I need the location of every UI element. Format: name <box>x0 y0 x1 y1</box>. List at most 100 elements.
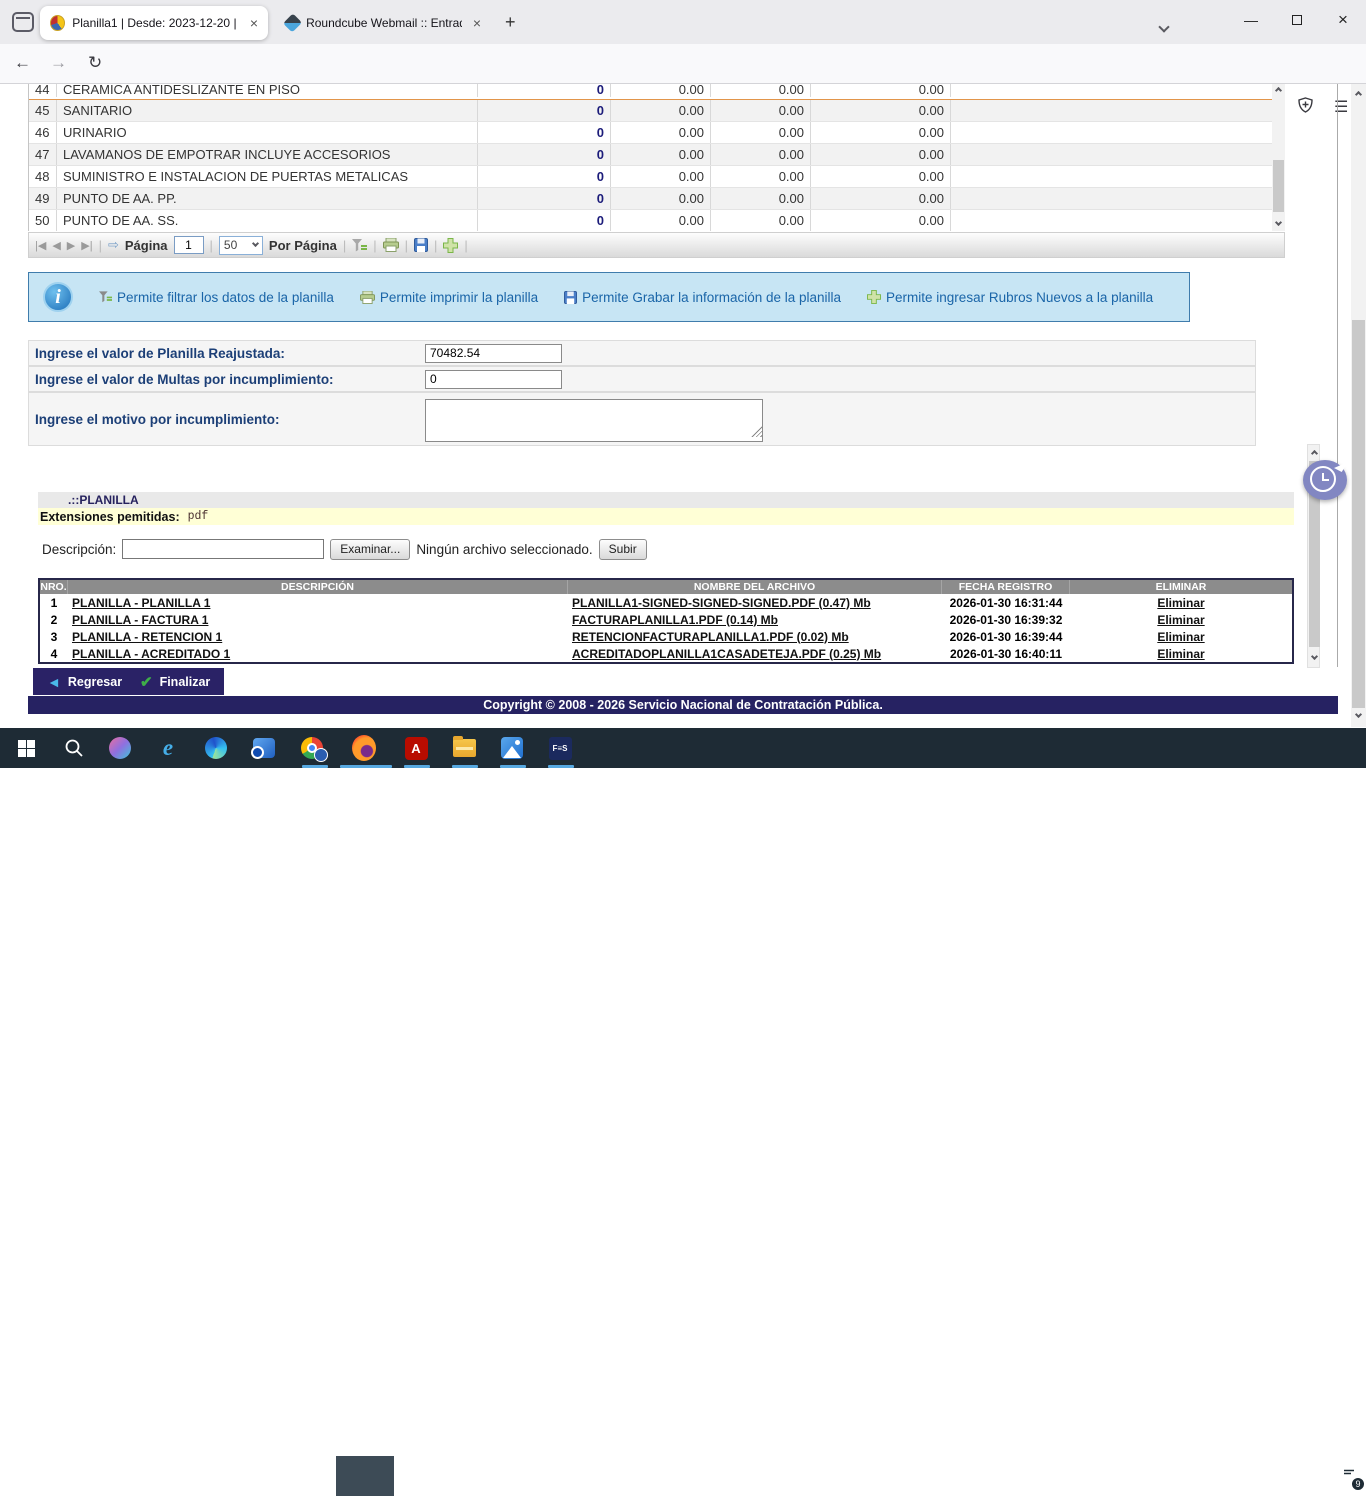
regresar-button[interactable]: ◄ Regresar <box>33 668 136 695</box>
back-icon[interactable]: ← <box>14 53 31 73</box>
edge-icon[interactable] <box>204 736 228 760</box>
wifi-icon[interactable] <box>1180 1456 1208 1496</box>
reajustada-input[interactable] <box>425 344 562 363</box>
scroll-up-icon[interactable] <box>1272 84 1285 97</box>
row-number: 48 <box>29 166 57 187</box>
scroll-down-icon[interactable] <box>1351 710 1366 723</box>
ecuador-crest-favicon <box>50 15 65 31</box>
file-description-link[interactable]: PLANILLA - RETENCION 1 <box>72 630 222 644</box>
row-value: 0.00 <box>611 210 711 231</box>
goto-page-icon[interactable]: ⇨ <box>108 237 119 253</box>
next-page-icon[interactable]: ▶ <box>67 239 75 252</box>
description-input[interactable] <box>122 539 324 559</box>
grid-row[interactable]: 50 PUNTO DE AA. SS. 0 0.00 0.00 0.00 <box>29 210 1284 231</box>
new-tab-button[interactable]: + <box>505 12 516 33</box>
row-description: SUMINISTRO E INSTALACION DE PUERTAS META… <box>57 166 478 187</box>
file-name-link[interactable]: RETENCIONFACTURAPLANILLA1.PDF (0.02) Mb <box>572 630 849 644</box>
browse-button[interactable]: Examinar... <box>330 539 410 560</box>
description-label: Descripción: <box>42 542 116 557</box>
col-header-nro: NRO. <box>40 580 68 594</box>
search-icon[interactable] <box>62 736 86 760</box>
grid-row[interactable]: 47 LAVAMANOS DE EMPOTRAR INCLUYE ACCESOR… <box>29 144 1284 166</box>
last-page-icon[interactable]: ▶| <box>81 239 92 252</box>
filter-icon[interactable] <box>352 239 367 252</box>
first-page-icon[interactable]: |◀ <box>35 239 46 252</box>
grid-row[interactable]: 46 URINARIO 0 0.00 0.00 0.00 <box>29 122 1284 144</box>
upload-row: Descripción: Examinar... Ningún archivo … <box>42 538 647 560</box>
page-number-input[interactable] <box>174 236 204 254</box>
row-description: PUNTO DE AA. PP. <box>57 188 478 209</box>
reload-icon[interactable]: ↻ <box>88 53 102 73</box>
save-icon[interactable] <box>414 238 428 252</box>
tab-close-icon[interactable]: × <box>473 15 481 31</box>
delete-link[interactable]: Eliminar <box>1157 613 1204 627</box>
language-indicator[interactable]: ESP <box>1242 1456 1278 1496</box>
tab-roundcube[interactable]: Roundcube Webmail :: Entrada × <box>276 6 491 40</box>
motivo-textarea[interactable] <box>425 399 763 442</box>
chrome-icon[interactable] <box>300 736 324 760</box>
copilot-icon[interactable] <box>108 736 132 760</box>
floating-timer-widget[interactable] <box>1301 458 1349 502</box>
acrobat-icon[interactable]: A <box>404 736 428 760</box>
multas-label: Ingrese el valor de Multas por incumplim… <box>29 372 419 387</box>
internet-explorer-icon[interactable]: e <box>156 736 180 760</box>
row-number: 50 <box>29 210 57 231</box>
reajustada-label: Ingrese el valor de Planilla Reajustada: <box>29 346 419 361</box>
list-tabs-chevron-icon[interactable] <box>1160 18 1168 36</box>
multas-input[interactable] <box>425 370 562 389</box>
scrollbar-thumb[interactable] <box>1273 160 1284 212</box>
scroll-down-icon[interactable] <box>1308 652 1321 665</box>
cast-display-icon[interactable] <box>1210 1456 1238 1496</box>
firefox-view-icon[interactable] <box>12 12 34 32</box>
help-item-add: Permite ingresar Rubros Nuevos a la plan… <box>867 290 1153 305</box>
delete-link[interactable]: Eliminar <box>1157 630 1204 644</box>
grid-scrollbar[interactable] <box>1272 84 1285 231</box>
row-value: 0.00 <box>711 144 811 165</box>
grid-row[interactable]: 49 PUNTO DE AA. PP. 0 0.00 0.00 0.00 <box>29 188 1284 210</box>
grid-row[interactable]: 45 SANITARIO 0 0.00 0.00 0.00 <box>29 100 1284 122</box>
forward-icon[interactable]: → <box>50 53 67 73</box>
file-description-link[interactable]: PLANILLA - ACREDITADO 1 <box>72 647 230 661</box>
row-value: 0.00 <box>611 84 711 97</box>
per-page-select[interactable]: 50 <box>219 236 263 255</box>
extension-icon[interactable] <box>1298 97 1313 113</box>
delete-link[interactable]: Eliminar <box>1157 647 1204 661</box>
outlook-icon[interactable] <box>252 736 276 760</box>
row-number: 49 <box>29 188 57 209</box>
firefox-active-highlight <box>336 1456 394 1496</box>
scroll-up-icon[interactable] <box>1351 88 1366 101</box>
add-row-icon[interactable] <box>443 238 458 253</box>
close-window-button[interactable]: × <box>1320 0 1366 40</box>
tray-expand-icon[interactable] <box>1152 1456 1178 1496</box>
notifications-icon[interactable]: 9 <box>1334 1456 1364 1496</box>
scrollbar-thumb[interactable] <box>1352 320 1365 708</box>
page-scrollbar[interactable] <box>1351 84 1366 727</box>
photos-icon[interactable] <box>500 736 524 760</box>
file-description-link[interactable]: PLANILLA - PLANILLA 1 <box>72 596 210 610</box>
form-row-motivo: Ingrese el motivo por incumplimiento: <box>28 392 1256 446</box>
maximize-button[interactable] <box>1274 0 1320 40</box>
tab-close-icon[interactable]: × <box>250 15 258 31</box>
roundcube-favicon <box>283 13 302 32</box>
row-number: 44 <box>29 84 57 97</box>
prev-page-icon[interactable]: ◀ <box>52 239 60 252</box>
file-explorer-icon[interactable] <box>452 736 476 760</box>
fes-app-icon[interactable]: F≡S <box>548 736 572 760</box>
grid-row[interactable]: 44 CERAMICA ANTIDESLIZANTE EN PISO 0 0.0… <box>29 84 1284 100</box>
delete-link[interactable]: Eliminar <box>1157 596 1204 610</box>
tab-planilla[interactable]: Planilla1 | Desde: 2023-12-20 | H × <box>40 6 268 40</box>
file-name-link[interactable]: PLANILLA1-SIGNED-SIGNED-SIGNED.PDF (0.47… <box>572 596 871 610</box>
row-number: 46 <box>29 122 57 143</box>
scroll-down-icon[interactable] <box>1272 218 1285 231</box>
file-name-link[interactable]: ACREDITADOPLANILLA1CASADETEJA.PDF (0.25)… <box>572 647 881 661</box>
start-button[interactable] <box>14 736 38 760</box>
firefox-icon[interactable] <box>352 736 376 760</box>
file-name-link[interactable]: FACTURAPLANILLA1.PDF (0.14) Mb <box>572 613 778 627</box>
minimize-button[interactable]: — <box>1228 0 1274 40</box>
print-icon[interactable] <box>383 238 399 252</box>
file-description-link[interactable]: PLANILLA - FACTURA 1 <box>72 613 208 627</box>
help-item-save: Permite Grabar la información de la plan… <box>564 290 841 305</box>
upload-button[interactable]: Subir <box>599 539 647 560</box>
finalizar-button[interactable]: ✔ Finalizar <box>126 668 224 695</box>
grid-row[interactable]: 48 SUMINISTRO E INSTALACION DE PUERTAS M… <box>29 166 1284 188</box>
